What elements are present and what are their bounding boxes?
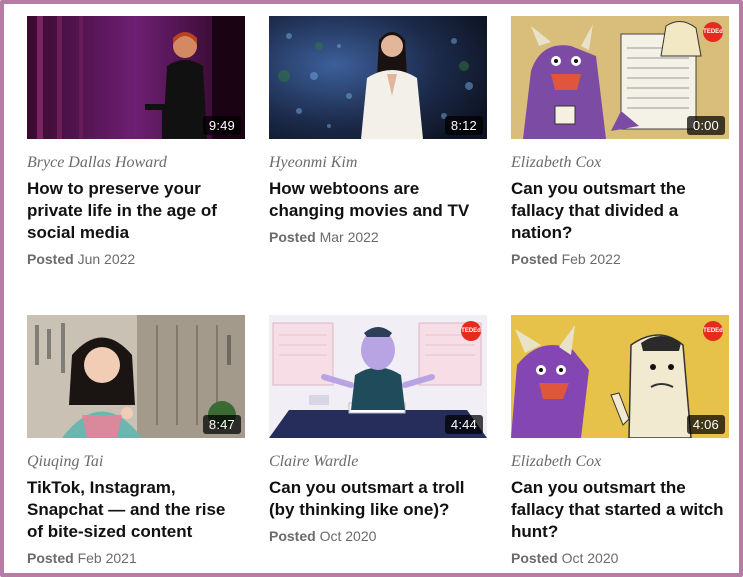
posted-label: Posted (27, 251, 74, 267)
video-title[interactable]: How to preserve your private life in the… (27, 178, 245, 244)
video-title[interactable]: Can you outsmart the fallacy that divide… (511, 178, 729, 244)
speaker-name[interactable]: Hyeonmi Kim (269, 154, 487, 172)
posted-label: Posted (511, 251, 558, 267)
posted-label: Posted (269, 528, 316, 544)
posted-label: Posted (511, 550, 558, 566)
posted-date-value: Oct 2020 (561, 550, 619, 566)
posted-date-value: Feb 2021 (77, 550, 137, 566)
posted-date-value: Oct 2020 (319, 528, 377, 544)
video-thumbnail[interactable]: 9:49 (27, 16, 245, 139)
video-thumbnail[interactable]: 8:12 (269, 16, 487, 139)
video-thumbnail[interactable]: TEDEd 4:44 (269, 315, 487, 438)
ted-ed-badge-icon: TEDEd (461, 321, 481, 341)
posted-date: Posted Mar 2022 (269, 229, 487, 246)
speaker-name[interactable]: Claire Wardle (269, 453, 487, 471)
speaker-name[interactable]: Elizabeth Cox (511, 453, 729, 471)
posted-date: Posted Oct 2020 (269, 528, 487, 545)
video-duration: 8:47 (202, 415, 241, 434)
video-title[interactable]: Can you outsmart a troll (by thinking li… (269, 477, 487, 521)
video-card[interactable]: 9:49 Bryce Dallas Howard How to preserve… (27, 16, 245, 268)
posted-date: Posted Jun 2022 (27, 251, 245, 268)
video-grid-frame: 9:49 Bryce Dallas Howard How to preserve… (0, 0, 743, 577)
posted-label: Posted (269, 229, 316, 245)
video-duration: 9:49 (202, 116, 241, 135)
posted-date: Posted Feb 2022 (511, 251, 729, 268)
speaker-name[interactable]: Bryce Dallas Howard (27, 154, 245, 172)
ted-ed-badge-icon: TEDEd (703, 22, 723, 42)
posted-date: Posted Feb 2021 (27, 550, 245, 567)
video-duration: 4:06 (686, 415, 725, 434)
video-card[interactable]: 8:47 Qiuqing Tai TikTok, Instagram, Snap… (27, 315, 245, 567)
video-thumbnail[interactable]: TEDEd 4:06 (511, 315, 729, 438)
speaker-name[interactable]: Qiuqing Tai (27, 453, 245, 471)
posted-date: Posted Oct 2020 (511, 550, 729, 567)
video-title[interactable]: Can you outsmart the fallacy that starte… (511, 477, 729, 543)
speaker-name[interactable]: Elizabeth Cox (511, 154, 729, 172)
ted-ed-badge-icon: TEDEd (703, 321, 723, 341)
video-card[interactable]: TEDEd 0:00 Elizabeth Cox Can you outsmar… (511, 16, 729, 268)
video-duration: 8:12 (444, 116, 483, 135)
video-card[interactable]: TEDEd 4:44 Claire Wardle Can you outsmar… (269, 315, 487, 545)
video-card[interactable]: TEDEd 4:06 Elizabeth Cox Can you outsmar… (511, 315, 729, 567)
posted-date-value: Feb 2022 (561, 251, 621, 267)
posted-date-value: Jun 2022 (77, 251, 136, 267)
posted-date-value: Mar 2022 (319, 229, 379, 245)
video-title[interactable]: TikTok, Instagram, Snapchat — and the ri… (27, 477, 245, 543)
video-duration: 4:44 (444, 415, 483, 434)
posted-label: Posted (27, 550, 74, 566)
video-duration: 0:00 (686, 116, 725, 135)
video-title[interactable]: How webtoons are changing movies and TV (269, 178, 487, 222)
video-thumbnail[interactable]: TEDEd 0:00 (511, 16, 729, 139)
video-card[interactable]: 8:12 Hyeonmi Kim How webtoons are changi… (269, 16, 487, 246)
video-thumbnail[interactable]: 8:47 (27, 315, 245, 438)
